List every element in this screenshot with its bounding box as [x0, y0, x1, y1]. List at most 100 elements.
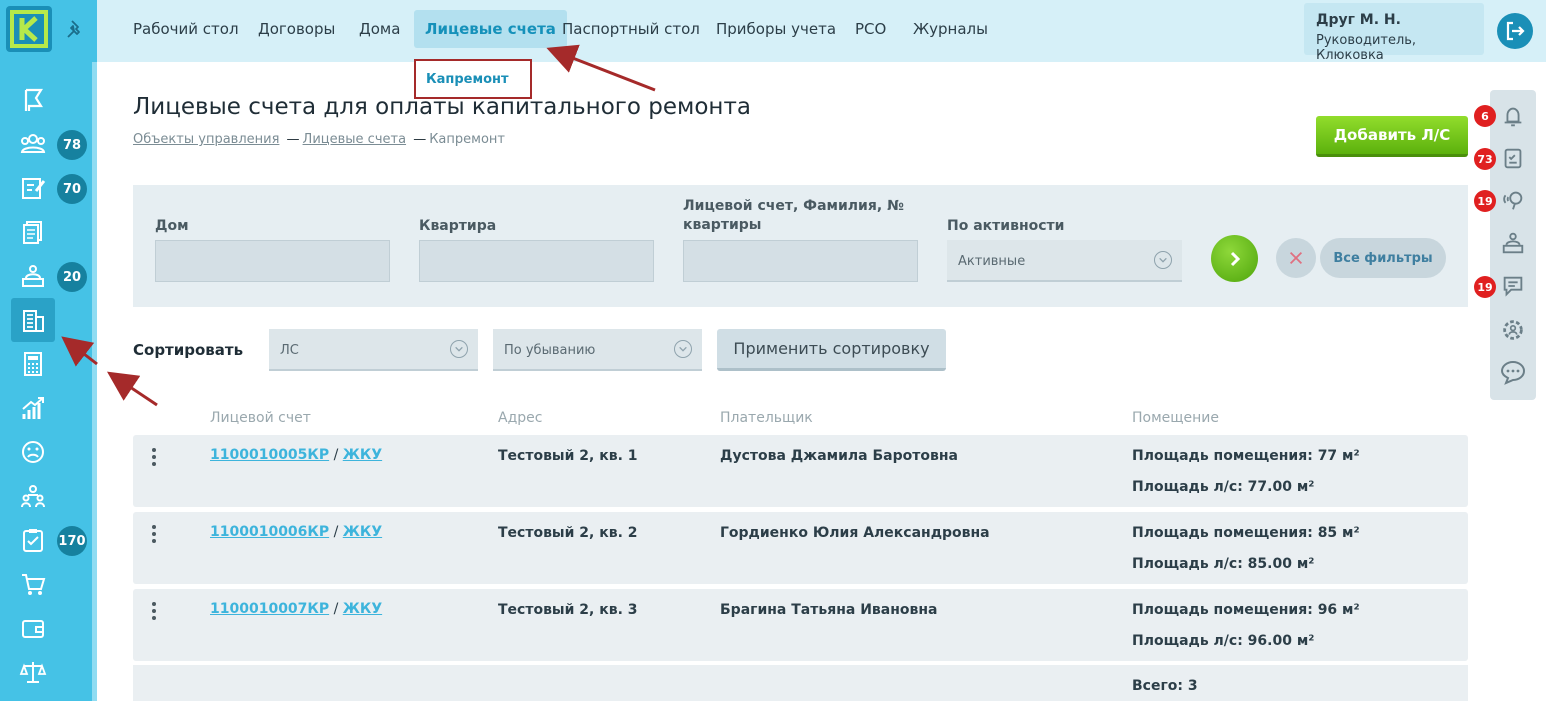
- building-icon: [23, 310, 44, 332]
- sort-field-value: ЛС: [280, 343, 299, 358]
- logout-icon: [1506, 21, 1525, 41]
- sidebar-badge-tasks: 170: [57, 526, 87, 556]
- wallet-icon: [22, 620, 44, 638]
- sidebar-item-staff[interactable]: [14, 477, 52, 515]
- nav-meters[interactable]: Приборы учета: [716, 0, 836, 58]
- calls-button[interactable]: [1497, 184, 1529, 216]
- chat-icon: [1503, 276, 1523, 297]
- cart-icon: [22, 574, 46, 595]
- nav-contracts[interactable]: Договоры: [258, 0, 335, 58]
- app-logo[interactable]: [6, 6, 52, 52]
- row-menu-icon[interactable]: [152, 525, 158, 545]
- breadcrumb: Объекты управления — Лицевые счета — Капре…: [133, 132, 505, 147]
- column-header-payer[interactable]: Плательщик: [720, 410, 813, 426]
- sidebar-badge-desk: 20: [57, 262, 87, 292]
- area-account-cell: Площадь л/с: 96.00 м²: [1132, 633, 1315, 649]
- sidebar-item-home[interactable]: [14, 81, 52, 119]
- sidebar-item-calculator[interactable]: [14, 345, 52, 383]
- column-header-address[interactable]: Адрес: [498, 410, 542, 426]
- nav-passport[interactable]: Паспортный стол: [562, 0, 700, 58]
- tasks-badge: 73: [1474, 148, 1496, 170]
- breadcrumb-separator: —: [413, 132, 427, 147]
- column-header-premises[interactable]: Помещение: [1132, 410, 1219, 426]
- row-menu-icon[interactable]: [152, 448, 158, 468]
- support-chat-button[interactable]: [1497, 356, 1529, 388]
- account-link[interactable]: 1100010007КР: [210, 601, 329, 617]
- tasks-panel-button[interactable]: [1497, 142, 1529, 174]
- sort-order-value: По убыванию: [504, 343, 596, 358]
- clipboard-check-icon: [23, 529, 43, 552]
- sort-order-select[interactable]: По убыванию: [493, 329, 702, 371]
- nav-desktop[interactable]: Рабочий стол: [133, 0, 239, 58]
- filter-account-label: Лицевой счет, Фамилия, № квартиры: [683, 198, 904, 233]
- nav-accounts[interactable]: Лицевые счета: [414, 10, 567, 48]
- sidebar-item-desk[interactable]: [14, 257, 52, 295]
- row-menu-icon[interactable]: [152, 602, 158, 622]
- dropdown-item-kapremont[interactable]: Капремонт: [414, 59, 532, 99]
- filter-house-input[interactable]: [155, 240, 390, 282]
- account-link[interactable]: 1100010006КР: [210, 524, 329, 540]
- sidebar-item-residents[interactable]: [14, 125, 52, 163]
- user-profile[interactable]: Друг М. Н. Руководитель, Клюковка: [1304, 3, 1484, 63]
- zhku-link[interactable]: ЖКУ: [343, 524, 382, 540]
- left-sidebar: 78 70 20 170: [0, 0, 97, 701]
- nav-houses[interactable]: Дома: [359, 0, 400, 58]
- filter-account-input[interactable]: [683, 240, 918, 282]
- reception-desk-icon: [22, 265, 44, 287]
- edit-document-icon: [22, 178, 46, 199]
- user-name: Друг М. Н.: [1316, 12, 1401, 28]
- filter-flat-input[interactable]: [419, 240, 654, 282]
- apply-sort-button[interactable]: Применить сортировку: [717, 329, 946, 371]
- sidebar-item-requests[interactable]: [14, 169, 52, 207]
- address-cell: Тестовый 2, кв. 3: [498, 602, 638, 618]
- chevron-right-icon: [1230, 251, 1240, 266]
- sad-face-icon: [22, 441, 44, 463]
- sidebar-item-buildings[interactable]: [11, 298, 55, 342]
- pin-icon[interactable]: [63, 17, 87, 41]
- sidebar-item-documents[interactable]: [14, 213, 52, 251]
- zhku-link[interactable]: ЖКУ: [343, 601, 382, 617]
- table-row: 1100010006КР / ЖКУ Тестовый 2, кв. 2 Гор…: [133, 512, 1468, 584]
- documents-icon: [23, 221, 42, 244]
- table-row: 1100010005КР / ЖКУ Тестовый 2, кв. 1 Дус…: [133, 435, 1468, 507]
- logout-button[interactable]: [1497, 13, 1533, 49]
- reception-button[interactable]: [1497, 227, 1529, 259]
- payer-cell: Гордиенко Юлия Александровна: [720, 525, 990, 541]
- account-link[interactable]: 1100010005КР: [210, 447, 329, 463]
- notifications-button[interactable]: [1497, 100, 1529, 132]
- filter-activity-select[interactable]: Активные: [947, 240, 1182, 282]
- table-total-row: Всего: 3: [133, 665, 1468, 701]
- nav-journals[interactable]: Журналы: [913, 0, 988, 58]
- sidebar-item-tasks[interactable]: [14, 521, 52, 559]
- messages-button[interactable]: [1497, 270, 1529, 302]
- breadcrumb-accounts[interactable]: Лицевые счета: [303, 132, 407, 147]
- filter-activity-value: Активные: [958, 254, 1026, 269]
- sidebar-scroll-track[interactable]: [92, 62, 97, 701]
- sort-field-select[interactable]: ЛС: [269, 329, 478, 371]
- apply-filter-button[interactable]: [1211, 235, 1258, 282]
- breadcrumb-current: Капремонт: [429, 132, 505, 147]
- add-account-button[interactable]: Добавить Л/С: [1316, 116, 1468, 157]
- column-header-account[interactable]: Лицевой счет: [210, 410, 311, 426]
- nav-rso[interactable]: РСО: [855, 0, 886, 58]
- area-room-cell: Площадь помещения: 85 м²: [1132, 525, 1360, 541]
- filter-panel: Дом Квартира Лицевой счет, Фамилия, № кв…: [133, 185, 1468, 307]
- all-filters-button[interactable]: Все фильтры: [1320, 238, 1446, 278]
- breadcrumb-objects[interactable]: Объекты управления: [133, 132, 279, 147]
- clear-filter-button[interactable]: [1276, 238, 1316, 278]
- sidebar-item-complaints[interactable]: [14, 433, 52, 471]
- account-cell: 1100010007КР / ЖКУ: [210, 601, 383, 617]
- notifications-badge: 6: [1474, 105, 1496, 127]
- sidebar-item-shop[interactable]: [14, 565, 52, 603]
- zhku-link[interactable]: ЖКУ: [343, 447, 382, 463]
- sidebar-item-legal[interactable]: [14, 653, 52, 691]
- area-account-cell: Площадь л/с: 85.00 м²: [1132, 556, 1315, 572]
- logo-k-icon: [10, 10, 48, 48]
- sidebar-item-reports[interactable]: [14, 389, 52, 427]
- sidebar-badge-requests: 70: [57, 174, 87, 204]
- calls-badge: 19: [1474, 190, 1496, 212]
- payer-cell: Дустова Джамила Баротовна: [720, 448, 958, 464]
- settings-button[interactable]: [1497, 314, 1529, 346]
- sidebar-item-wallet[interactable]: [14, 609, 52, 647]
- bell-icon: [1504, 107, 1522, 127]
